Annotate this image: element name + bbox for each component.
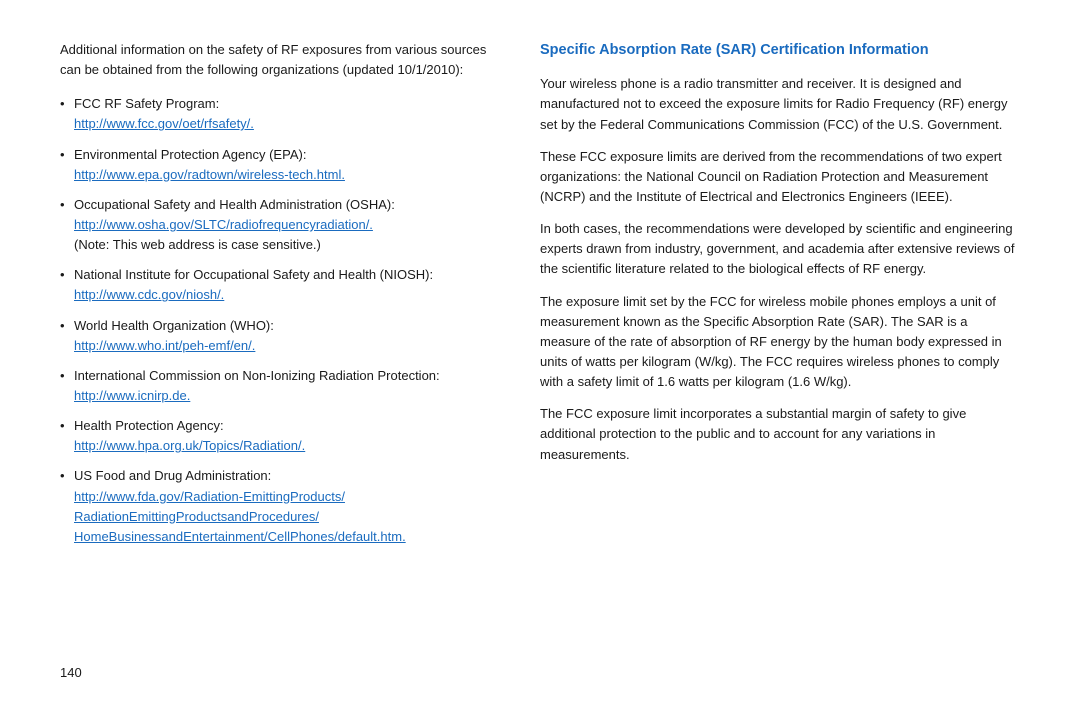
bullet-label: US Food and Drug Administration: (74, 468, 271, 483)
bullet-label: Occupational Safety and Health Administr… (74, 197, 395, 212)
right-column: Specific Absorption Rate (SAR) Certifica… (540, 40, 1020, 647)
icnirp-link[interactable]: http://www.icnirp.de. (74, 386, 500, 406)
page-container: Additional information on the safety of … (0, 0, 1080, 720)
page-number: 140 (60, 665, 82, 680)
bullet-list: FCC RF Safety Program: http://www.fcc.go… (60, 94, 500, 547)
list-item: Occupational Safety and Health Administr… (60, 195, 500, 255)
bullet-label: International Commission on Non-Ionizing… (74, 368, 440, 383)
list-item: Environmental Protection Agency (EPA): h… (60, 145, 500, 185)
list-item: Health Protection Agency: http://www.hpa… (60, 416, 500, 456)
intro-text: Additional information on the safety of … (60, 40, 500, 80)
bullet-label: FCC RF Safety Program: (74, 96, 219, 111)
niosh-link[interactable]: http://www.cdc.gov/niosh/. (74, 285, 500, 305)
bullet-label: Health Protection Agency: (74, 418, 224, 433)
right-para-3: In both cases, the recommendations were … (540, 219, 1020, 279)
fda-link-1[interactable]: http://www.fda.gov/Radiation-EmittingPro… (74, 487, 500, 507)
content-columns: Additional information on the safety of … (60, 40, 1020, 647)
who-link[interactable]: http://www.who.int/peh-emf/en/. (74, 336, 500, 356)
section-title: Specific Absorption Rate (SAR) Certifica… (540, 40, 1020, 60)
hpa-link[interactable]: http://www.hpa.org.uk/Topics/Radiation/. (74, 436, 500, 456)
bullet-label: World Health Organization (WHO): (74, 318, 274, 333)
list-item: FCC RF Safety Program: http://www.fcc.go… (60, 94, 500, 134)
fcc-link[interactable]: http://www.fcc.gov/oet/rfsafety/. (74, 114, 500, 134)
fda-link-2[interactable]: RadiationEmittingProductsandProcedures/ (74, 507, 500, 527)
list-item: National Institute for Occupational Safe… (60, 265, 500, 305)
page-footer: 140 (60, 657, 1020, 680)
right-para-4: The exposure limit set by the FCC for wi… (540, 292, 1020, 393)
right-para-5: The FCC exposure limit incorporates a su… (540, 404, 1020, 464)
bullet-label: National Institute for Occupational Safe… (74, 267, 433, 282)
list-item: World Health Organization (WHO): http://… (60, 316, 500, 356)
list-item: International Commission on Non-Ionizing… (60, 366, 500, 406)
bullet-label: Environmental Protection Agency (EPA): (74, 147, 306, 162)
epa-link[interactable]: http://www.epa.gov/radtown/wireless-tech… (74, 165, 500, 185)
fda-link-3[interactable]: HomeBusinessandEntertainment/CellPhones/… (74, 527, 500, 547)
osha-link[interactable]: http://www.osha.gov/SLTC/radiofrequencyr… (74, 215, 500, 235)
bullet-note: (Note: This web address is case sensitiv… (74, 235, 500, 255)
right-para-1: Your wireless phone is a radio transmitt… (540, 74, 1020, 134)
left-column: Additional information on the safety of … (60, 40, 500, 647)
list-item: US Food and Drug Administration: http://… (60, 466, 500, 547)
right-para-2: These FCC exposure limits are derived fr… (540, 147, 1020, 207)
